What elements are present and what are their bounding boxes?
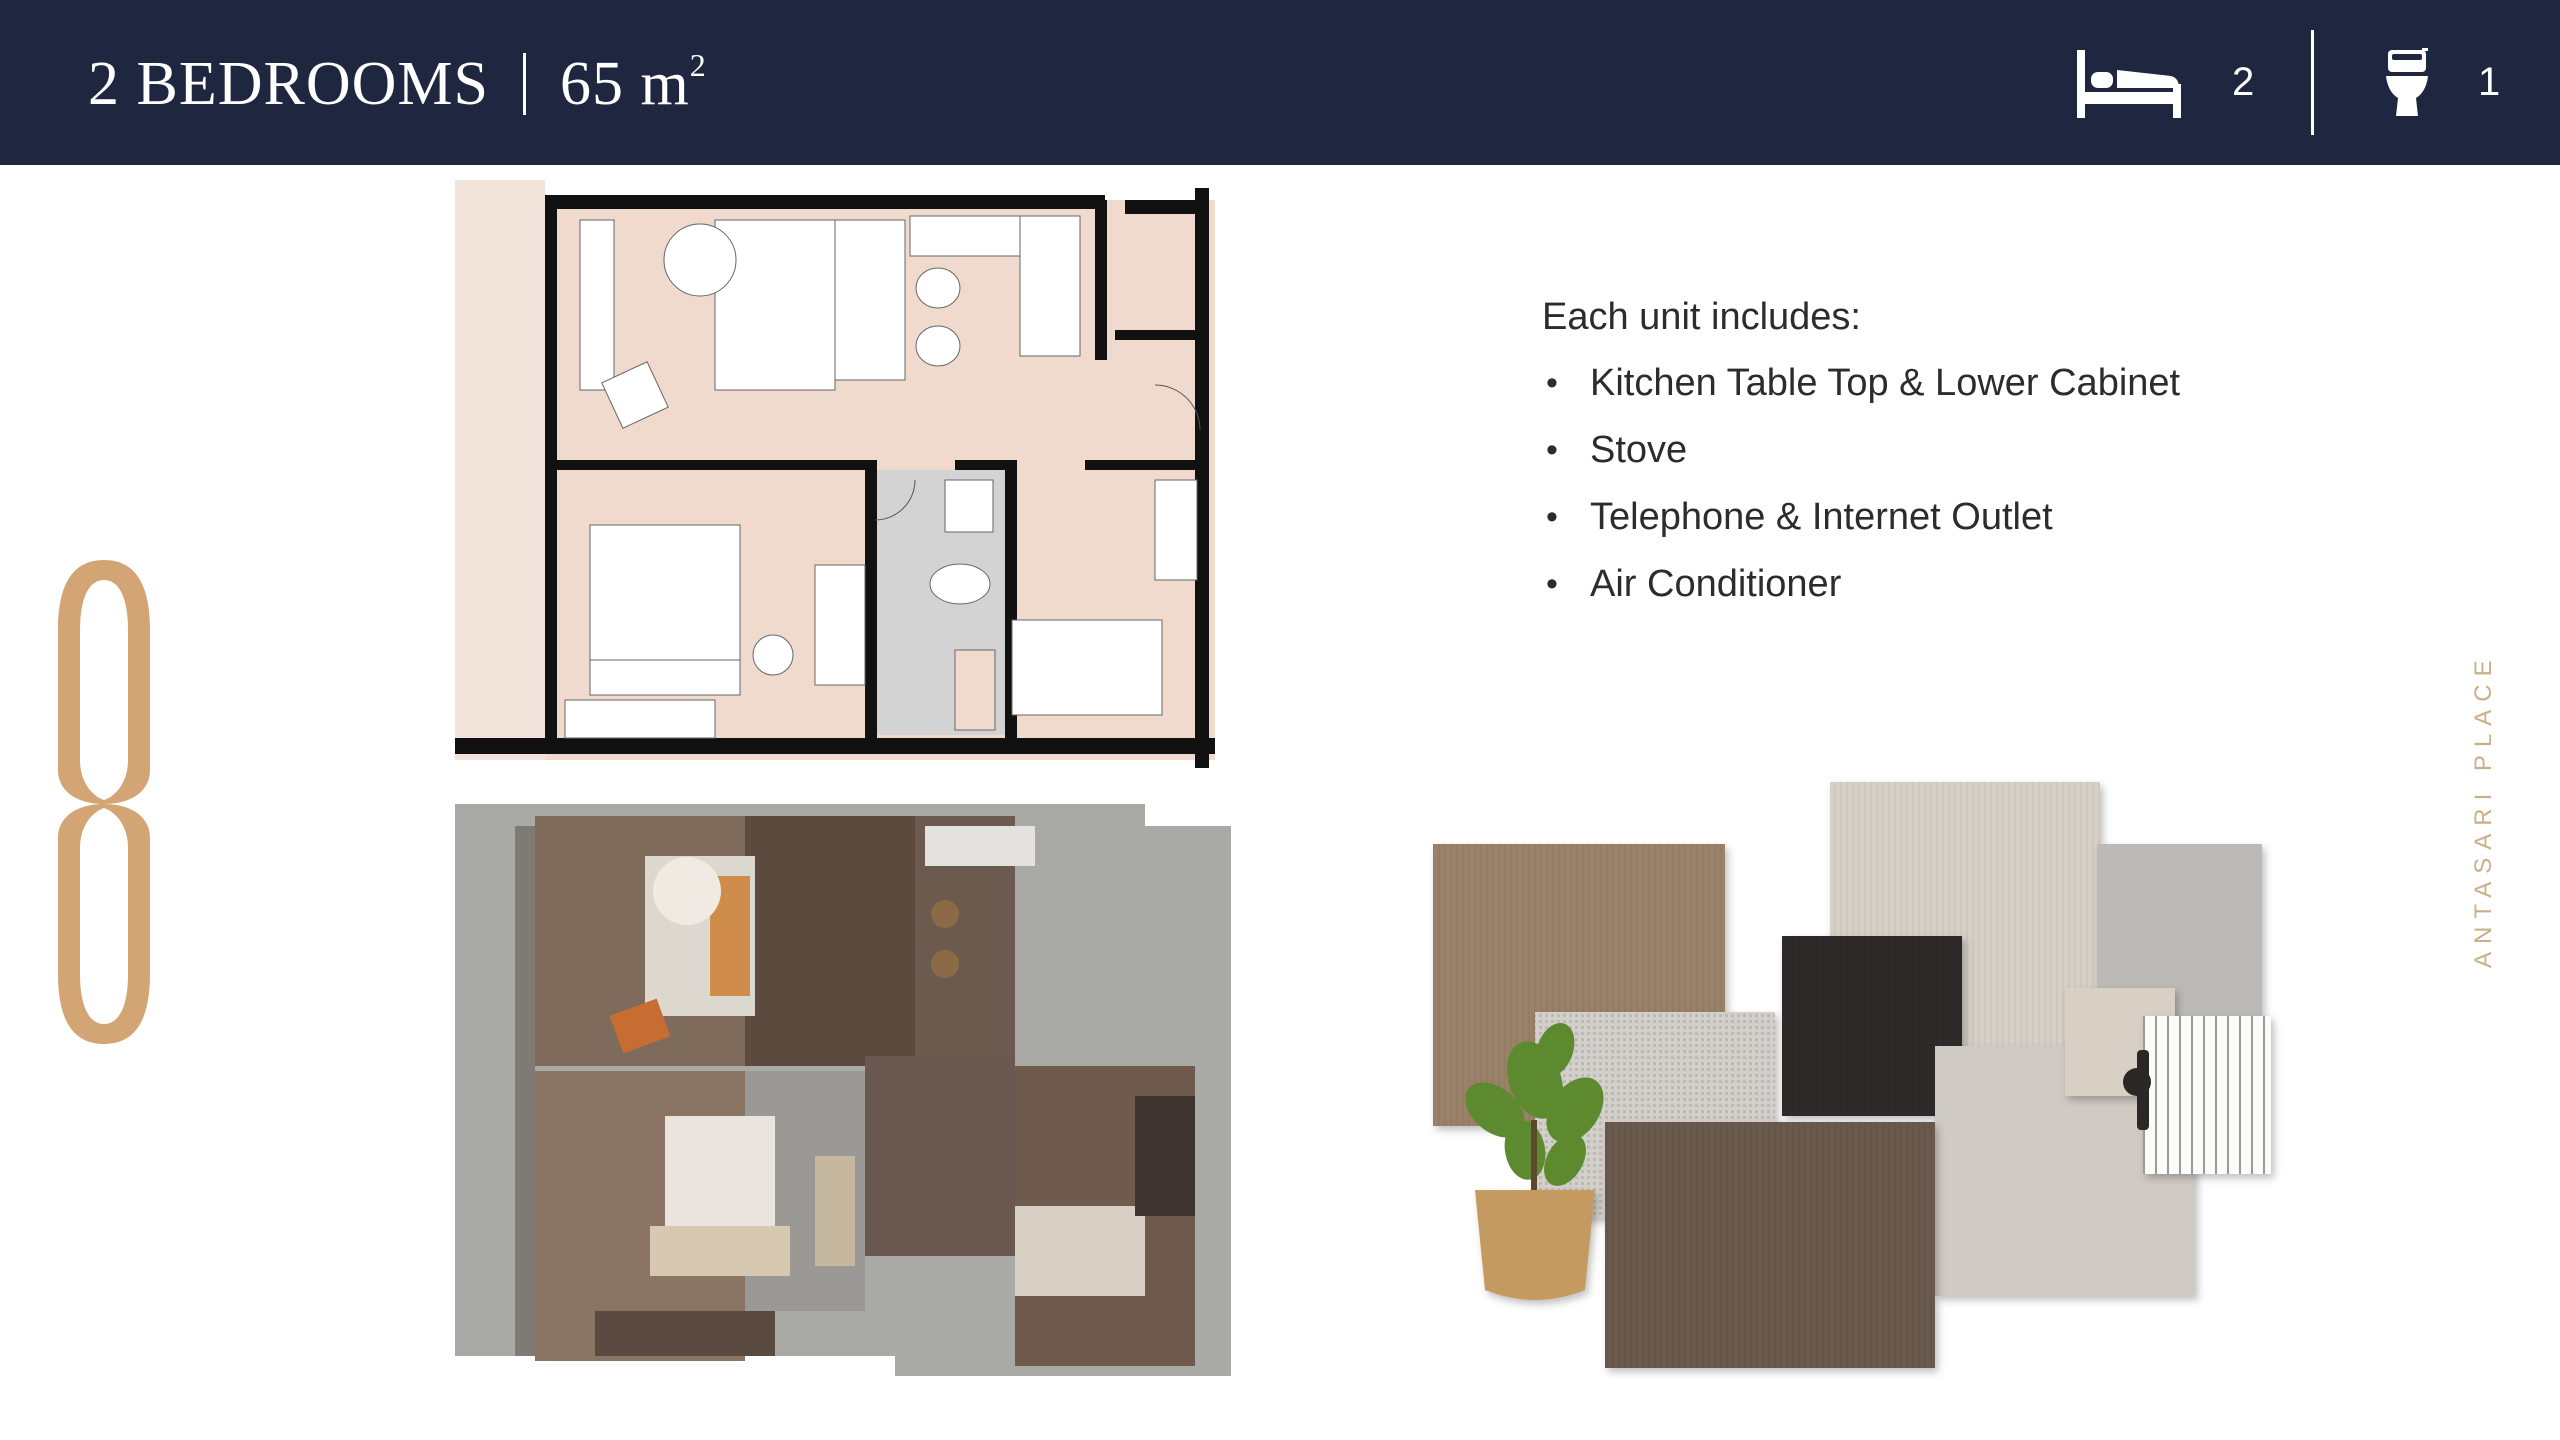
material-moodboard [1433,782,2271,1368]
bullet-icon: • [1546,565,1558,603]
bedroom-count: 2 [2232,60,2255,104]
header-divider [2311,30,2314,135]
brand-vertical-text: ANTASARI PLACE [2470,652,2497,968]
list-item: • Telephone & Internet Outlet [1542,493,2342,560]
title-divider [523,53,527,115]
unit-area: 65 m2 [560,46,707,118]
features-list-section: Each unit includes: • Kitchen Table Top &… [1542,296,2342,627]
list-item: • Kitchen Table Top & Lower Cabinet [1542,359,2342,426]
bathroom-count: 1 [2478,60,2501,104]
list-item: • Stove [1542,426,2342,493]
bullet-icon: • [1546,498,1558,536]
features-intro: Each unit includes: [1542,296,1861,338]
list-item: • Air Conditioner [1542,560,2342,627]
unit-title: 2 BEDROOMS 65 m2 [88,44,707,124]
floor-plan [455,180,1215,768]
toilet-icon [2386,48,2428,116]
features-list: • Kitchen Table Top & Lower Cabinet • Stov… [1542,359,2342,627]
brand-logo [58,560,150,1044]
bullet-icon: • [1546,431,1558,469]
floor-plan-render [455,804,1231,1376]
header-bar: 2 BEDROOMS 65 m2 2 1 [0,0,2560,165]
bedrooms-label: 2 BEDROOMS [88,49,490,118]
bed-icon [2077,50,2181,118]
bullet-icon: • [1546,364,1558,402]
